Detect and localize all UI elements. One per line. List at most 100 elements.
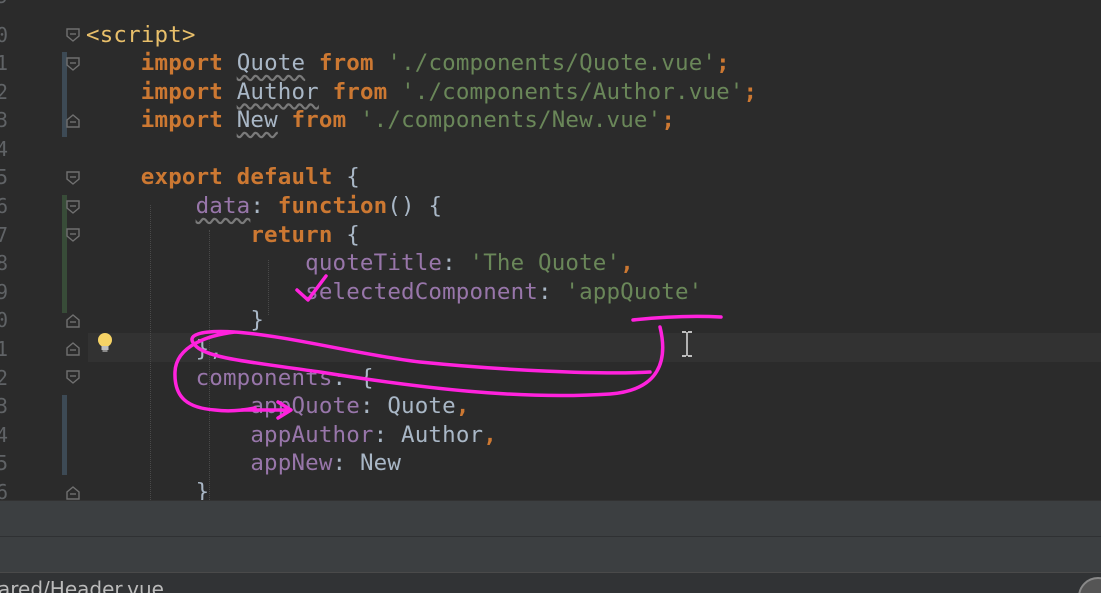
code-line[interactable]: import Author from './components/Author.… <box>86 78 757 107</box>
code-line[interactable]: export default { <box>86 163 360 192</box>
property-key: data <box>195 193 251 219</box>
punctuation: , <box>620 250 634 277</box>
file-path-label[interactable]: ared/Header.vue <box>0 577 164 593</box>
punctuation: : <box>442 250 470 277</box>
punctuation: : <box>359 393 388 420</box>
code-line[interactable]: <script> <box>86 21 196 50</box>
code-line[interactable]: import Quote from './components/Quote.vu… <box>86 49 730 78</box>
punctuation: ; <box>743 78 758 105</box>
code-line[interactable]: return { <box>86 221 360 250</box>
line-number: 3 <box>0 108 8 133</box>
identifier: Quote <box>236 50 306 76</box>
avatar <box>1078 577 1101 593</box>
line-number: 1 <box>0 51 8 75</box>
line-number: 2 <box>0 79 8 104</box>
line-number: 2 <box>0 365 8 390</box>
keyword: from <box>332 78 388 105</box>
identifier: New <box>359 450 402 477</box>
line-number: 9 <box>0 0 14 11</box>
identifier: Author <box>401 421 484 448</box>
string-literal: './components/Author.vue' <box>401 78 744 105</box>
code-line[interactable]: data: function() { <box>86 192 442 221</box>
line-number: 5 <box>0 165 8 190</box>
keyword: import <box>140 50 223 76</box>
gutter: 9 0 1 2 3 4 5 6 7 8 9 0 1 2 3 4 5 6 <box>0 0 112 500</box>
fold-marker-icon[interactable] <box>66 228 80 242</box>
keyword: return <box>250 221 333 248</box>
fold-marker-icon[interactable] <box>66 57 80 71</box>
punctuation: }, <box>195 336 223 362</box>
fold-marker-icon[interactable] <box>66 28 80 42</box>
file-tab-strip[interactable]: ared/Header.vue <box>0 572 1101 593</box>
text-cursor-icon <box>680 330 694 358</box>
line-number: 0 <box>0 308 8 333</box>
string-literal: 'appQuote' <box>565 278 703 305</box>
fold-marker-icon[interactable] <box>66 114 80 128</box>
keyword: import <box>140 107 223 134</box>
punctuation: : <box>332 364 360 391</box>
fold-marker-icon[interactable] <box>66 314 80 328</box>
property-key: selectedComponent <box>305 278 538 305</box>
punctuation: , <box>455 393 470 420</box>
string-literal: './components/New.vue' <box>359 107 662 134</box>
punctuation: } <box>250 307 265 334</box>
script-tag: <script> <box>86 21 196 48</box>
fold-marker-icon[interactable] <box>66 171 80 185</box>
code-line[interactable]: } <box>86 478 210 500</box>
identifier: Author <box>236 78 319 105</box>
line-number: 6 <box>0 194 8 218</box>
property-key: appNew <box>250 450 333 477</box>
punctuation: : <box>332 450 360 477</box>
line-number: 4 <box>0 422 8 447</box>
fold-marker-icon[interactable] <box>66 486 80 500</box>
punctuation: , <box>483 421 497 448</box>
punctuation: () { <box>387 193 443 219</box>
line-number: 6 <box>0 480 8 500</box>
code-line[interactable]: components: { <box>86 364 374 393</box>
punctuation: : <box>250 193 278 219</box>
property-key: quoteTitle <box>305 250 443 277</box>
punctuation: { <box>332 221 360 248</box>
property-key: appQuote <box>250 393 360 420</box>
keyword: from <box>291 107 347 134</box>
line-number: 8 <box>0 251 8 276</box>
tool-window-bar[interactable] <box>0 500 1101 536</box>
keyword: from <box>318 50 374 76</box>
code-line[interactable]: appNew: New <box>86 449 401 478</box>
tool-window-bar[interactable] <box>0 536 1101 572</box>
punctuation: { <box>332 164 360 191</box>
identifier: New <box>236 107 278 134</box>
line-number: 1 <box>0 337 8 361</box>
code-line[interactable]: appQuote: Quote, <box>86 392 470 421</box>
keyword: function <box>277 193 388 219</box>
code-line[interactable]: selectedComponent: 'appQuote' <box>86 278 702 307</box>
punctuation: : <box>537 278 566 305</box>
line-number: 4 <box>0 136 8 161</box>
punctuation: : <box>373 421 402 448</box>
string-literal: './components/Quote.vue' <box>387 50 717 76</box>
keyword: import <box>140 78 223 105</box>
line-number: 5 <box>0 451 8 476</box>
keyword: export default <box>140 164 333 191</box>
code-editor[interactable]: 9 0 1 2 3 4 5 6 7 8 9 0 1 2 3 4 5 6 <box>0 0 1101 500</box>
fold-marker-icon[interactable] <box>66 370 80 384</box>
code-line[interactable]: }, <box>86 335 223 364</box>
punctuation: ; <box>661 107 676 134</box>
property-key: components <box>195 364 333 391</box>
vcs-change-marker[interactable] <box>62 395 67 475</box>
punctuation: } <box>195 479 210 500</box>
code-line[interactable]: quoteTitle: 'The Quote', <box>86 249 634 278</box>
property-key: appAuthor <box>250 421 374 448</box>
line-number: 7 <box>0 222 8 247</box>
code-line[interactable]: appAuthor: Author, <box>86 421 497 450</box>
string-literal: 'The Quote' <box>469 250 621 277</box>
fold-marker-icon[interactable] <box>66 342 80 356</box>
line-number: 9 <box>0 279 8 304</box>
code-line[interactable]: import New from './components/New.vue'; <box>86 106 675 135</box>
punctuation: ; <box>716 50 730 76</box>
fold-marker-icon[interactable] <box>66 200 80 214</box>
line-number: 3 <box>0 394 8 419</box>
identifier: Quote <box>387 393 456 420</box>
line-number: 0 <box>0 22 8 47</box>
code-line[interactable]: } <box>86 306 264 335</box>
